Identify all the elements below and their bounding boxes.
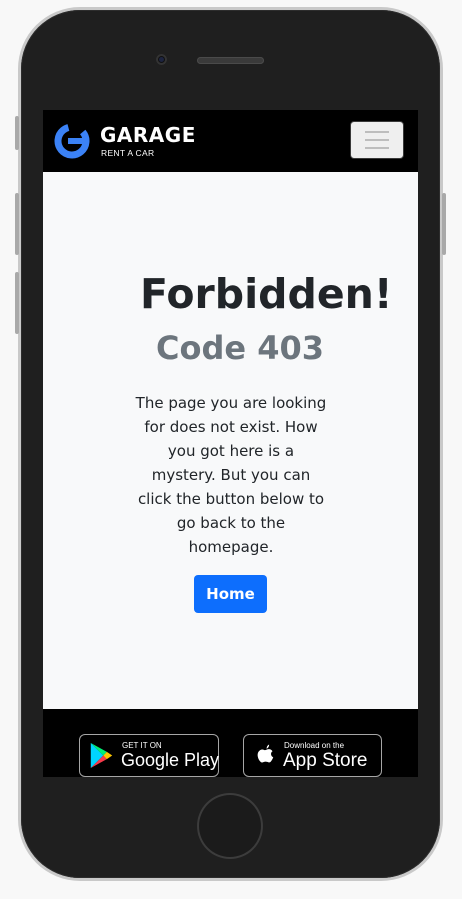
footer: GET IT ON Google Play Download on the Ap… [43,709,418,777]
app-store-big-text: App Store [283,750,368,771]
front-camera [156,54,167,65]
mute-switch [15,116,19,150]
volume-up-button [15,193,19,255]
garage-logo-icon[interactable] [54,123,90,159]
google-play-icon [90,743,113,768]
brand-name[interactable]: GARAGE [100,124,196,146]
brand-tagline: RENT A CAR [101,148,155,158]
error-code: Code 403 [156,329,325,367]
google-play-big-text: Google Play [121,750,220,770]
navbar: GARAGE RENT A CAR [43,110,418,172]
phone-home-button [197,793,263,859]
navbar-toggler-button[interactable] [350,121,404,159]
app-store-small-text: Download on the [284,741,345,750]
error-content: Forbidden! Code 403 The page you are loo… [43,172,418,709]
power-button [442,193,446,255]
hamburger-menu-icon-line [365,147,389,149]
app-store-badge[interactable]: Download on the App Store [243,734,382,777]
hamburger-menu-icon-line [365,139,389,141]
home-button[interactable]: Home [194,575,267,613]
error-description: The page you are looking for does not ex… [135,394,327,556]
google-play-small-text: GET IT ON [122,741,162,750]
error-title: Forbidden! [140,270,393,318]
phone-screen: GARAGE RENT A CAR Forbidden! Code 403 Th… [43,110,418,777]
earpiece-speaker [197,57,264,64]
google-play-badge[interactable]: GET IT ON Google Play [79,734,219,777]
hamburger-menu-icon [365,131,389,133]
volume-down-button [15,272,19,334]
apple-icon [257,744,274,763]
